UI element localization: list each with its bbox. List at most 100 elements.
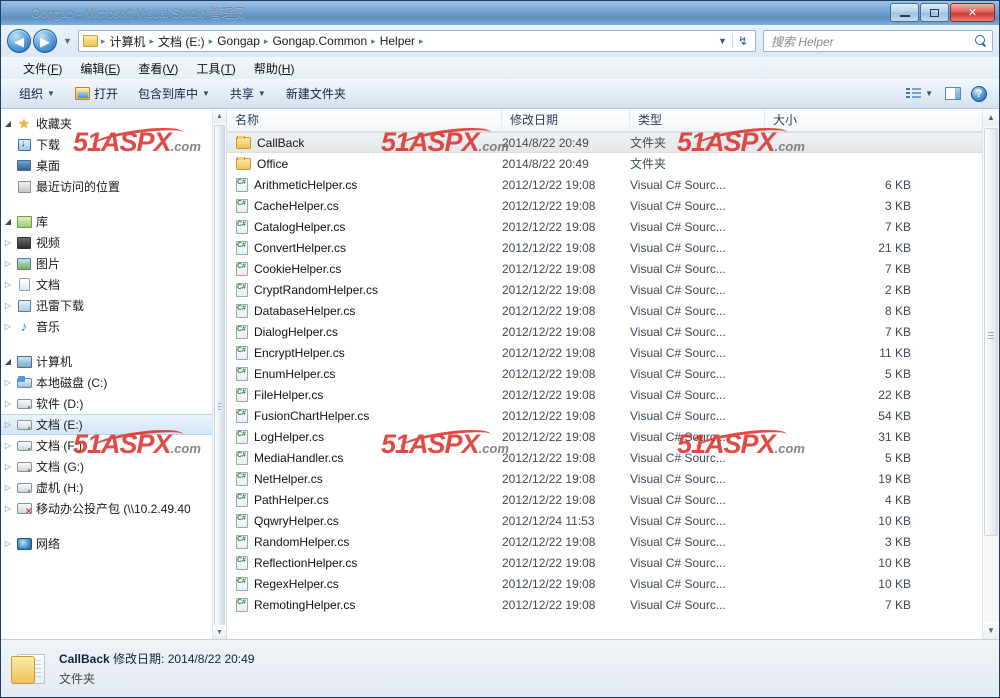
breadcrumb-item-computer[interactable]: 计算机 bbox=[106, 33, 148, 50]
sidebar-item-downloads[interactable]: 下载 bbox=[1, 134, 212, 155]
table-row[interactable]: DialogHelper.cs 2012/12/22 19:08 Visual … bbox=[227, 321, 999, 342]
breadcrumb-item-drive[interactable]: 文档 (E:) bbox=[155, 33, 208, 50]
scrollbar-thumb[interactable] bbox=[214, 125, 225, 639]
twisty-icon[interactable]: ▷ bbox=[1, 322, 15, 331]
table-row[interactable]: LogHelper.cs 2012/12/22 19:08 Visual C# … bbox=[227, 426, 999, 447]
twisty-icon[interactable]: ▷ bbox=[1, 420, 15, 429]
scroll-down-button[interactable]: ▼ bbox=[213, 625, 226, 639]
twisty-icon[interactable]: ▷ bbox=[1, 301, 15, 310]
sidebar-item-recent-places[interactable]: 最近访问的位置 bbox=[1, 176, 212, 197]
forward-button[interactable]: ▶ bbox=[33, 29, 57, 53]
table-row[interactable]: FusionChartHelper.cs 2012/12/22 19:08 Vi… bbox=[227, 405, 999, 426]
table-row[interactable]: ArithmeticHelper.cs 2012/12/22 19:08 Vis… bbox=[227, 174, 999, 195]
breadcrumb-item-gongap-common[interactable]: Gongap.Common bbox=[269, 34, 370, 48]
sidebar-item-videos[interactable]: ▷ 视频 bbox=[1, 232, 212, 253]
menu-edit[interactable]: 编辑(E) bbox=[72, 58, 128, 79]
menu-help[interactable]: 帮助(H) bbox=[246, 58, 303, 79]
breadcrumb-item-helper[interactable]: Helper bbox=[377, 34, 418, 48]
sidebar-item-pictures[interactable]: ▷ 图片 bbox=[1, 253, 212, 274]
column-header-name[interactable]: 名称 bbox=[227, 109, 502, 131]
table-row[interactable]: RandomHelper.cs 2012/12/22 19:08 Visual … bbox=[227, 531, 999, 552]
sidebar-group-network[interactable]: ▷ 网络 bbox=[1, 533, 212, 554]
scroll-up-button[interactable]: ▲ bbox=[213, 109, 226, 123]
table-row[interactable]: CookieHelper.cs 2012/12/22 19:08 Visual … bbox=[227, 258, 999, 279]
menu-view[interactable]: 查看(V) bbox=[130, 58, 186, 79]
help-icon[interactable]: ? bbox=[971, 85, 987, 102]
table-row[interactable]: ReflectionHelper.cs 2012/12/22 19:08 Vis… bbox=[227, 552, 999, 573]
table-row[interactable]: NetHelper.cs 2012/12/22 19:08 Visual C# … bbox=[227, 468, 999, 489]
sidebar-item-drive-e[interactable]: ▷ 文档 (E:) bbox=[1, 414, 212, 435]
sidebar-item-desktop[interactable]: 桌面 bbox=[1, 155, 212, 176]
share-button[interactable]: 共享 ▼ bbox=[220, 82, 276, 105]
table-row[interactable]: DatabaseHelper.cs 2012/12/22 19:08 Visua… bbox=[227, 300, 999, 321]
table-row[interactable]: RemotingHelper.cs 2012/12/22 19:08 Visua… bbox=[227, 594, 999, 615]
table-row[interactable]: EnumHelper.cs 2012/12/22 19:08 Visual C#… bbox=[227, 363, 999, 384]
chevron-down-icon[interactable]: ▼ bbox=[713, 36, 732, 46]
table-row[interactable]: CryptRandomHelper.cs 2012/12/22 19:08 Vi… bbox=[227, 279, 999, 300]
table-row[interactable]: CallBack 2014/8/22 20:49 文件夹 bbox=[227, 132, 999, 153]
new-folder-button[interactable]: 新建文件夹 bbox=[276, 82, 356, 105]
twisty-icon[interactable]: ◢ bbox=[1, 119, 15, 128]
table-row[interactable]: CacheHelper.cs 2012/12/22 19:08 Visual C… bbox=[227, 195, 999, 216]
twisty-icon[interactable]: ◢ bbox=[1, 357, 15, 366]
search-input[interactable]: 搜索 Helper bbox=[763, 30, 993, 52]
file-name: EncryptHelper.cs bbox=[254, 345, 345, 360]
open-button[interactable]: 打开 bbox=[65, 82, 128, 105]
sidebar-item-drive-f[interactable]: ▷ 文档 (F:) bbox=[1, 435, 212, 456]
twisty-icon[interactable]: ▷ bbox=[1, 259, 15, 268]
twisty-icon[interactable]: ▷ bbox=[1, 504, 15, 513]
menu-file[interactable]: 文件(F) bbox=[15, 58, 70, 79]
sidebar-group-favorites[interactable]: ◢ ★ 收藏夹 bbox=[1, 113, 212, 134]
twisty-icon[interactable]: ◢ bbox=[1, 217, 15, 226]
organize-button[interactable]: 组织 ▼ bbox=[9, 82, 65, 105]
table-row[interactable]: EncryptHelper.cs 2012/12/22 19:08 Visual… bbox=[227, 342, 999, 363]
file-name: PathHelper.cs bbox=[254, 492, 329, 507]
preview-pane-icon[interactable] bbox=[945, 87, 961, 100]
scrollbar-thumb[interactable] bbox=[984, 128, 998, 536]
twisty-icon[interactable]: ▷ bbox=[1, 378, 15, 387]
minimize-button[interactable] bbox=[890, 3, 919, 22]
table-row[interactable]: QqwryHelper.cs 2012/12/24 11:53 Visual C… bbox=[227, 510, 999, 531]
twisty-icon[interactable]: ▷ bbox=[1, 483, 15, 492]
sidebar-item-documents[interactable]: ▷ 文档 bbox=[1, 274, 212, 295]
sidebar-item-thunder-download[interactable]: ▷ 迅雷下载 bbox=[1, 295, 212, 316]
sidebar-item-music[interactable]: ▷ ♪ 音乐 bbox=[1, 316, 212, 337]
table-row[interactable]: MediaHandler.cs 2012/12/22 19:08 Visual … bbox=[227, 447, 999, 468]
sidebar-item-drive-g[interactable]: ▷ 文档 (G:) bbox=[1, 456, 212, 477]
sidebar-item-drive-c[interactable]: ▷ 本地磁盘 (C:) bbox=[1, 372, 212, 393]
table-row[interactable]: RegexHelper.cs 2012/12/22 19:08 Visual C… bbox=[227, 573, 999, 594]
file-list-scrollbar[interactable]: ▲ ▼ bbox=[982, 109, 999, 639]
twisty-icon[interactable]: ▷ bbox=[1, 280, 15, 289]
twisty-icon[interactable]: ▷ bbox=[1, 539, 15, 548]
table-row[interactable]: CatalogHelper.cs 2012/12/22 19:08 Visual… bbox=[227, 216, 999, 237]
sidebar-item-drive-d[interactable]: ▷ 软件 (D:) bbox=[1, 393, 212, 414]
column-header-date[interactable]: 修改日期 bbox=[502, 109, 630, 131]
close-button[interactable]: ✕ bbox=[950, 3, 995, 22]
include-in-library-button[interactable]: 包含到库中 ▼ bbox=[128, 82, 220, 105]
view-options-button[interactable]: ▼ bbox=[904, 84, 935, 103]
menu-tools[interactable]: 工具(T) bbox=[188, 58, 243, 79]
sidebar-item-drive-h[interactable]: ▷ 虚机 (H:) bbox=[1, 477, 212, 498]
twisty-icon[interactable]: ▷ bbox=[1, 462, 15, 471]
twisty-icon[interactable]: ▷ bbox=[1, 441, 15, 450]
table-row[interactable]: ConvertHelper.cs 2012/12/22 19:08 Visual… bbox=[227, 237, 999, 258]
sidebar-group-libraries[interactable]: ◢ 库 bbox=[1, 211, 212, 232]
scroll-down-button[interactable]: ▼ bbox=[983, 622, 999, 639]
table-row[interactable]: PathHelper.cs 2012/12/22 19:08 Visual C#… bbox=[227, 489, 999, 510]
refresh-icon[interactable]: ↯ bbox=[731, 34, 753, 48]
history-dropdown-button[interactable]: ▼ bbox=[61, 36, 74, 46]
sidebar-group-computer[interactable]: ◢ 计算机 bbox=[1, 351, 212, 372]
breadcrumb-item-gongap[interactable]: Gongap bbox=[214, 34, 263, 48]
column-header-type[interactable]: 类型 bbox=[630, 109, 765, 131]
back-button[interactable]: ◀ bbox=[7, 29, 31, 53]
breadcrumb[interactable]: ▸ 计算机 ▸ 文档 (E:) ▸ Gongap ▸ Gongap.Common… bbox=[77, 30, 756, 52]
maximize-restore-button[interactable] bbox=[920, 3, 949, 22]
sidebar-item-network-share[interactable]: ▷ 移动办公投产包 (\\10.2.49.40 bbox=[1, 498, 212, 519]
twisty-icon[interactable]: ▷ bbox=[1, 399, 15, 408]
scroll-up-button[interactable]: ▲ bbox=[983, 109, 999, 126]
table-row[interactable]: FileHelper.cs 2012/12/22 19:08 Visual C#… bbox=[227, 384, 999, 405]
column-header-size[interactable]: 大小 bbox=[765, 109, 999, 131]
navigation-pane-scrollbar[interactable]: ▲ ▼ bbox=[212, 109, 226, 639]
table-row[interactable]: Office 2014/8/22 20:49 文件夹 bbox=[227, 153, 999, 174]
twisty-icon[interactable]: ▷ bbox=[1, 238, 15, 247]
